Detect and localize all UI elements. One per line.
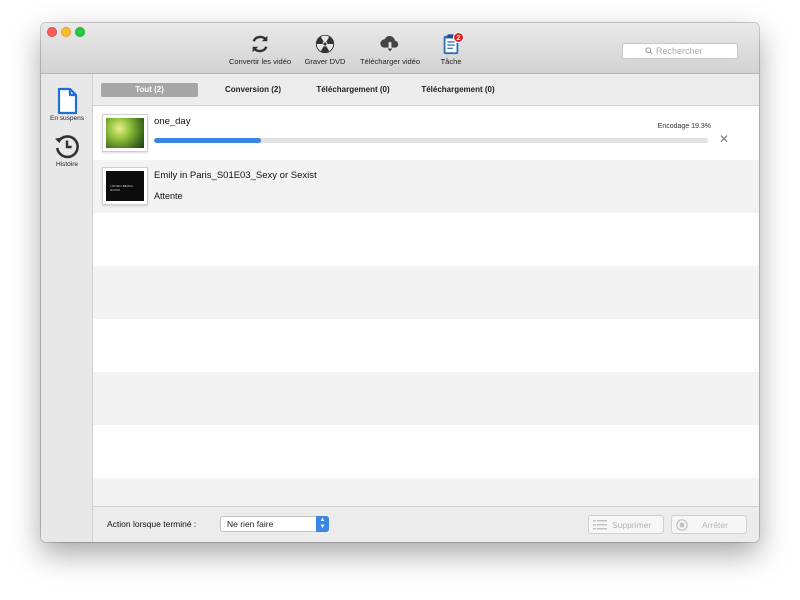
app-window: Convertir les vidéo Graver DVD Télécharg…: [41, 23, 759, 542]
tab-download-2[interactable]: Téléchargement (0): [408, 83, 508, 97]
progress-bar: [154, 138, 708, 143]
cancel-task-icon[interactable]: ✕: [719, 132, 729, 146]
sidebar-item-history-label: Histoire: [55, 161, 79, 168]
download-video-label: Télécharger vidéo: [359, 57, 421, 66]
empty-row: [93, 425, 759, 478]
task-title: Emily in Paris_S01E03_Sexy or Sexist: [154, 170, 317, 181]
stop-icon: [676, 519, 688, 531]
sidebar-item-pending[interactable]: En suspens: [41, 87, 93, 122]
sidebar-item-history[interactable]: Histoire: [41, 133, 93, 168]
completion-action-select[interactable]: Ne rien faire ▲ ▼: [220, 516, 329, 532]
toolbar: Convertir les vidéo Graver DVD Télécharg…: [41, 23, 759, 74]
tab-all[interactable]: Tout (2): [101, 83, 198, 97]
sidebar: En suspens Histoire: [41, 74, 93, 542]
task-label: Tâche: [440, 57, 462, 66]
tab-download[interactable]: Téléchargement (0): [303, 83, 403, 97]
search-input[interactable]: Rechercher: [622, 43, 738, 59]
empty-row: [93, 319, 759, 372]
task-row[interactable]: one_day Encodage 19.3% ✕: [93, 107, 759, 160]
history-clock-icon: [54, 135, 79, 159]
convert-video-button[interactable]: Convertir les vidéo: [226, 33, 294, 71]
cloud-download-icon: [380, 36, 399, 53]
empty-row: [93, 372, 759, 425]
empty-row: [93, 213, 759, 266]
stop-button[interactable]: Arrêter: [671, 515, 747, 534]
task-button[interactable]: 2 Tâche: [433, 32, 469, 71]
video-thumbnail: [102, 114, 148, 152]
burn-dvd-label: Graver DVD: [304, 57, 346, 66]
task-list: one_day Encodage 19.3% ✕ LISTEN BEING GO…: [93, 107, 759, 507]
sidebar-item-pending-label: En suspens: [50, 115, 84, 122]
empty-row: [93, 266, 759, 319]
search-placeholder: Rechercher: [656, 46, 703, 56]
zoom-window-button[interactable]: [75, 27, 85, 37]
list-delete-icon: [593, 520, 607, 530]
footer-bar: Action lorsque terminé : Ne rien faire ▲…: [93, 506, 759, 542]
empty-row: [93, 478, 759, 506]
stop-button-label: Arrêter: [702, 520, 728, 530]
refresh-icon: [252, 35, 268, 53]
convert-video-label: Convertir les vidéo: [228, 57, 292, 66]
task-count-badge: 2: [453, 32, 464, 43]
delete-button-label: Supprimer: [612, 520, 652, 530]
task-row[interactable]: LISTEN BEING GOOD Emily in Paris_S01E03_…: [93, 160, 759, 213]
radiation-disc-icon: [315, 34, 335, 54]
completion-action-label: Action lorsque terminé :: [107, 519, 197, 529]
delete-button[interactable]: Supprimer: [588, 515, 664, 534]
task-title: one_day: [154, 116, 191, 127]
completion-action-value: Ne rien faire: [227, 519, 274, 529]
close-window-button[interactable]: [47, 27, 57, 37]
burn-dvd-button[interactable]: Graver DVD: [299, 33, 351, 71]
chevron-updown-icon: ▲ ▼: [316, 516, 329, 532]
progress-fill: [154, 138, 261, 143]
minimize-window-button[interactable]: [61, 27, 71, 37]
document-icon: [57, 87, 78, 115]
encoding-progress-label: Encodage 19.3%: [657, 123, 711, 130]
video-thumbnail: LISTEN BEING GOOD: [102, 167, 148, 205]
tab-bar: Tout (2) Conversion (2) Téléchargement (…: [93, 74, 759, 106]
search-icon: [645, 47, 653, 55]
tab-conversion[interactable]: Conversion (2): [213, 83, 293, 97]
task-status: Attente: [154, 191, 183, 201]
download-video-button[interactable]: Télécharger vidéo: [355, 33, 425, 71]
main-panel: Tout (2) Conversion (2) Téléchargement (…: [93, 74, 759, 542]
thumbnail-text: LISTEN BEING GOOD: [110, 184, 134, 192]
